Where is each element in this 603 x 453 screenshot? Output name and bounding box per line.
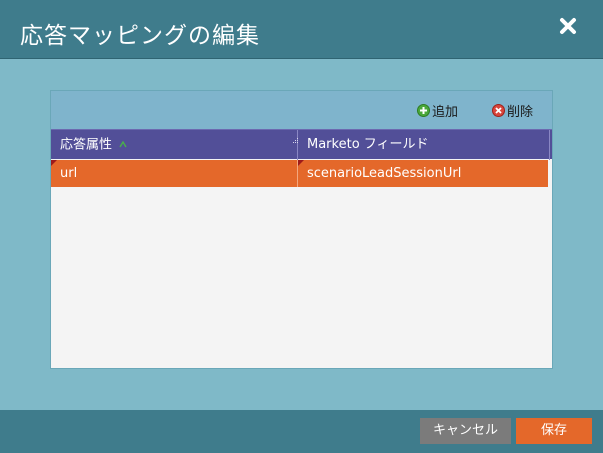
modified-marker [298,160,304,166]
grid-toolbar: 追加 削除 [51,91,552,129]
sort-icon[interactable] [119,130,127,160]
edit-response-mapping-dialog: 応答マッピングの編集 追加 削除 応答属性 Marketo フィールド url … [0,0,603,453]
cell-marketo-field[interactable]: scenarioLeadSessionUrl [298,160,548,187]
cell-text: url [60,166,78,181]
dialog-footer: キャンセル 保存 [0,410,603,453]
add-icon [417,103,430,117]
delete-icon [492,103,505,117]
table-row[interactable]: url scenarioLeadSessionUrl [51,160,548,187]
column-header-label: 応答属性 [60,137,113,153]
dialog-titlebar: 応答マッピングの編集 [0,0,603,59]
save-button[interactable]: 保存 [516,418,592,444]
add-button[interactable]: 追加 [417,101,459,120]
delete-button[interactable]: 削除 [492,101,534,120]
cancel-button[interactable]: キャンセル [420,418,511,444]
cell-response-attribute[interactable]: url [51,160,298,187]
modified-marker [51,160,57,166]
grid-header: 応答属性 Marketo フィールド [51,129,552,160]
add-button-label: 追加 [432,104,459,120]
close-icon[interactable] [559,17,577,35]
dialog-title: 応答マッピングの編集 [20,23,260,49]
delete-button-label: 削除 [507,104,534,120]
column-resize-icon[interactable] [291,131,551,150]
mapping-panel: 追加 削除 応答属性 Marketo フィールド url scenarioLea… [50,90,553,369]
cell-text: scenarioLeadSessionUrl [307,166,462,181]
column-header-response-attribute[interactable]: 応答属性 [51,130,298,160]
